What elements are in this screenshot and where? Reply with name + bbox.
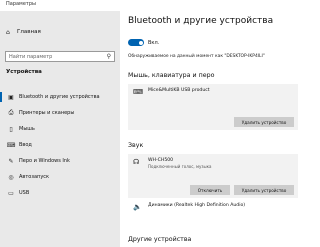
other-section-title: Другие устройства bbox=[128, 236, 192, 243]
discoverable-text: Обнаруживаемое на данный момент как "DES… bbox=[128, 54, 265, 59]
disconnect-button[interactable]: Отключить bbox=[190, 185, 230, 195]
sidebar-item-label: Автозапуск bbox=[19, 174, 50, 180]
sidebar-nav: ▣ Bluetooth и другие устройства ⎙ Принте… bbox=[0, 89, 120, 201]
search-icon[interactable]: ⚲ bbox=[107, 53, 111, 60]
bluetooth-toggle[interactable] bbox=[128, 39, 144, 46]
keyboard-icon: ⌨ bbox=[133, 88, 144, 96]
headphones-device-card[interactable]: ☊ WH-CH500 Подключенный голос, музыка От… bbox=[128, 154, 298, 198]
sidebar-item-label: Мышь bbox=[19, 126, 35, 132]
device-name: Динамики (Realtek High Definition Audio) bbox=[148, 203, 246, 208]
headphones-icon: ☊ bbox=[133, 158, 140, 166]
sound-section-title: Звук bbox=[128, 142, 144, 149]
sidebar-item-label: Bluetooth и другие устройства bbox=[19, 94, 100, 100]
sidebar-section-title: Устройства bbox=[6, 69, 42, 75]
keyboard-icon: ⌨ bbox=[6, 141, 16, 149]
sidebar-home[interactable]: ⌂ Главная bbox=[6, 28, 41, 36]
sidebar: ⌂ Главная ⚲ Устройства ▣ Bluetooth и дру… bbox=[0, 11, 120, 247]
bluetooth-toggle-label: Вкл. bbox=[148, 39, 160, 46]
sidebar-item-bluetooth[interactable]: ▣ Bluetooth и другие устройства bbox=[0, 89, 120, 105]
sidebar-item-label: Ввод bbox=[19, 142, 32, 148]
device-text: Mice&MultiKB USB product bbox=[148, 88, 210, 93]
device-text: WH-CH500 Подключенный голос, музыка bbox=[148, 158, 211, 169]
page-title: Bluetooth и другие устройства bbox=[128, 16, 274, 26]
device-row: ☊ WH-CH500 Подключенный голос, музыка bbox=[128, 154, 298, 173]
sidebar-item-typing[interactable]: ⌨ Ввод bbox=[0, 137, 120, 153]
bluetooth-devices-icon: ▣ bbox=[8, 93, 14, 101]
device-text: Динамики (Realtek High Definition Audio) bbox=[148, 203, 245, 208]
bluetooth-toggle-row: Вкл. bbox=[128, 39, 159, 46]
title-bar: Параметры bbox=[0, 0, 300, 11]
device-name: WH-CH500 bbox=[148, 158, 174, 163]
mouse-device-card[interactable]: ⌨ Mice&MultiKB USB product Удалить устро… bbox=[128, 84, 298, 130]
device-row: ⌨ Mice&MultiKB USB product bbox=[128, 84, 298, 100]
remove-device-button[interactable]: Удалить устройство bbox=[234, 117, 294, 127]
window-title: Параметры bbox=[6, 1, 36, 7]
speaker-device-row[interactable]: 🔈 Динамики (Realtek High Definition Audi… bbox=[128, 199, 298, 213]
pen-icon: ✎ bbox=[8, 157, 14, 165]
usb-icon: ▭ bbox=[8, 189, 14, 197]
mouse-icon: ▯ bbox=[9, 125, 13, 133]
device-name: Mice&MultiKB USB product bbox=[148, 88, 210, 93]
sidebar-item-mouse[interactable]: ▯ Мышь bbox=[0, 121, 120, 137]
autoplay-icon: ◎ bbox=[8, 173, 14, 181]
sidebar-item-label: Перо и Windows Ink bbox=[19, 158, 70, 164]
main-content: Bluetooth и другие устройства Вкл. Обнар… bbox=[120, 11, 300, 247]
sidebar-item-autoplay[interactable]: ◎ Автозапуск bbox=[0, 169, 120, 185]
sidebar-home-label: Главная bbox=[17, 29, 41, 35]
sidebar-item-label: Принтеры и сканеры bbox=[19, 110, 75, 116]
sidebar-item-printers[interactable]: ⎙ Принтеры и сканеры bbox=[0, 105, 120, 121]
device-row: 🔈 Динамики (Realtek High Definition Audi… bbox=[128, 199, 298, 215]
remove-device-button[interactable]: Удалить устройство bbox=[234, 185, 294, 195]
toggle-knob bbox=[138, 40, 143, 45]
mouse-section-title: Мышь, клавиатура и перо bbox=[128, 72, 215, 79]
home-icon: ⌂ bbox=[6, 28, 10, 36]
sidebar-item-pen[interactable]: ✎ Перо и Windows Ink bbox=[0, 153, 120, 169]
search-box[interactable]: ⚲ bbox=[5, 51, 115, 62]
sidebar-item-label: USB bbox=[19, 190, 30, 196]
printer-icon: ⎙ bbox=[8, 109, 14, 116]
speaker-icon: 🔈 bbox=[133, 203, 142, 211]
device-status: Подключенный голос, музыка bbox=[148, 164, 212, 169]
sidebar-item-usb[interactable]: ▭ USB bbox=[0, 185, 120, 201]
search-input[interactable] bbox=[9, 52, 99, 61]
